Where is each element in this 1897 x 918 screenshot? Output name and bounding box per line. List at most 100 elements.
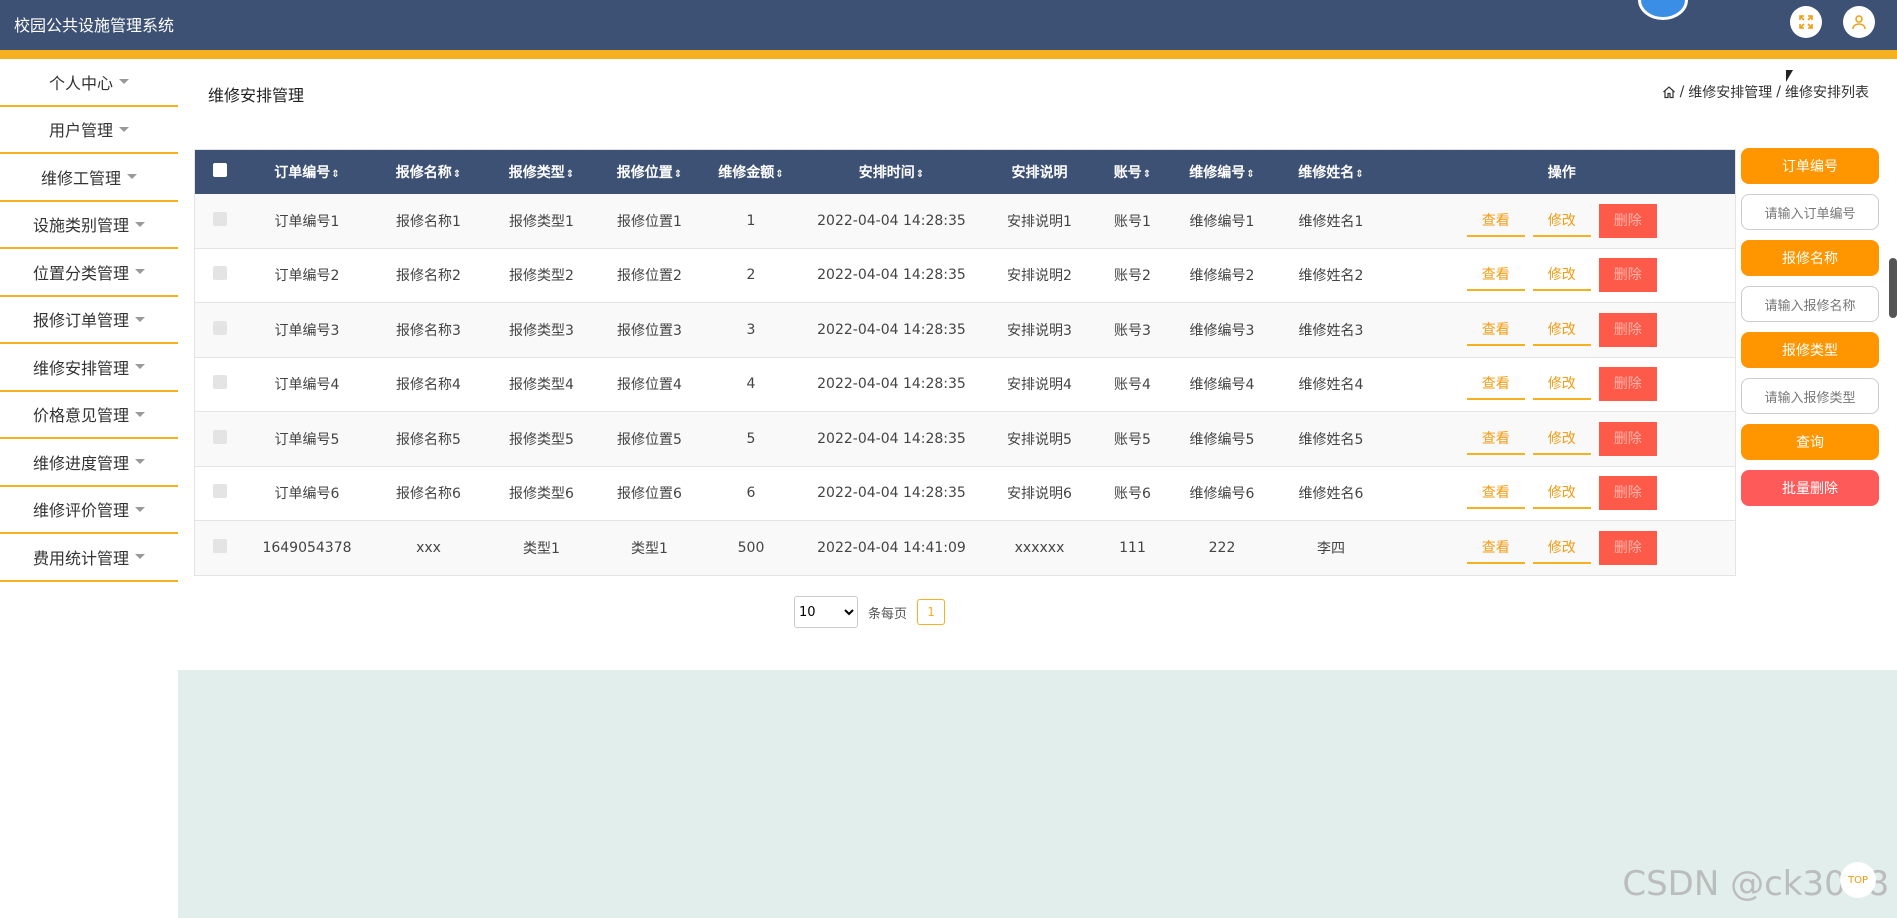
column-header-label: 操作	[1547, 164, 1576, 181]
breadcrumb-level1[interactable]: 维修安排管理	[1688, 82, 1772, 102]
column-header-actions: 操作	[1388, 149, 1736, 194]
delete-button[interactable]: 删除	[1598, 203, 1657, 238]
row-checkbox[interactable]	[212, 484, 227, 499]
sort-icon[interactable]: ⇕	[566, 169, 574, 180]
type-input[interactable]: 请输入报修类型	[1741, 378, 1879, 414]
edit-button[interactable]: 修改	[1532, 259, 1591, 292]
sidebar-item-users[interactable]: 用户管理	[0, 107, 178, 154]
row-checkbox[interactable]	[212, 429, 227, 444]
table-row: 订单编号5 报修名称5 报修类型5 报修位置5 5 2022-04-04 14:…	[194, 411, 1736, 467]
select-all-checkbox[interactable]	[212, 162, 227, 177]
delete-button[interactable]: 删除	[1598, 367, 1657, 402]
select-all-header	[194, 149, 245, 194]
edit-button[interactable]: 修改	[1532, 532, 1591, 564]
row-checkbox[interactable]	[212, 211, 227, 226]
view-button[interactable]: 查看	[1466, 477, 1525, 510]
row-checkbox[interactable]	[212, 375, 227, 390]
column-header-worker-no[interactable]: 维修编号⇕	[1170, 149, 1274, 194]
cell-actions: 查看 修改 删除	[1388, 520, 1736, 576]
sidebar-item-repair-arrangements[interactable]: 维修安排管理	[0, 344, 178, 392]
sort-icon[interactable]: ⇕	[775, 169, 783, 180]
row-checkbox[interactable]	[212, 538, 227, 553]
row-checkbox-cell	[194, 466, 245, 521]
view-button[interactable]: 查看	[1466, 314, 1525, 346]
delete-button[interactable]: 删除	[1598, 476, 1657, 511]
breadcrumb-separator: /	[1776, 84, 1781, 100]
row-checkbox[interactable]	[212, 266, 227, 281]
cell-worker-name: 维修姓名1	[1273, 193, 1389, 249]
cell-time: 2022-04-04 14:28:35	[798, 248, 985, 303]
breadcrumb-separator: /	[1679, 84, 1685, 100]
column-header-time[interactable]: 安排时间⇕	[798, 149, 985, 194]
avatar[interactable]	[1638, 0, 1688, 20]
table-header-row: 订单编号⇕ 报修名称⇕ 报修类型⇕ 报修位置⇕ 维修金额⇕ 安排时间⇕ 安排说明…	[194, 149, 1736, 194]
page-size-select[interactable]: 10	[794, 596, 858, 628]
home-icon[interactable]	[1662, 85, 1676, 99]
sort-icon[interactable]: ⇕	[1246, 169, 1254, 180]
sidebar-item-cost-statistics[interactable]: 费用统计管理	[0, 534, 178, 582]
mouse-cursor-icon	[1786, 70, 1793, 82]
sidebar-item-location-categories[interactable]: 位置分类管理	[0, 249, 178, 297]
sidebar-item-repair-orders[interactable]: 报修订单管理	[0, 297, 178, 344]
sidebar-item-label: 费用统计管理	[32, 548, 129, 568]
sort-icon[interactable]: ⇕	[674, 169, 682, 180]
view-button[interactable]: 查看	[1466, 532, 1525, 564]
cell-worker-no: 维修编号5	[1170, 411, 1274, 467]
batch-delete-button[interactable]: 批量删除	[1741, 470, 1879, 506]
cell-account: 111	[1094, 520, 1171, 576]
delete-button[interactable]: 删除	[1598, 312, 1657, 347]
column-header-order-no[interactable]: 订单编号⇕	[244, 149, 370, 194]
sidebar-item-price-opinions[interactable]: 价格意见管理	[0, 392, 178, 439]
row-checkbox[interactable]	[212, 320, 227, 335]
cell-worker-no: 维修编号2	[1170, 248, 1274, 303]
sidebar-item-profile[interactable]: 个人中心	[0, 59, 178, 107]
view-button[interactable]: 查看	[1466, 259, 1525, 292]
order-no-input[interactable]: 请输入订单编号	[1741, 194, 1879, 230]
column-header-name[interactable]: 报修名称⇕	[369, 149, 488, 194]
sort-icon[interactable]: ⇕	[1355, 169, 1363, 180]
column-header-account[interactable]: 账号⇕	[1094, 149, 1171, 194]
row-checkbox-cell	[194, 193, 245, 249]
sort-icon[interactable]: ⇕	[1143, 169, 1151, 180]
edit-button[interactable]: 修改	[1532, 423, 1591, 455]
edit-button[interactable]: 修改	[1532, 314, 1591, 346]
cell-order-no: 订单编号1	[244, 193, 370, 249]
column-header-type[interactable]: 报修类型⇕	[487, 149, 596, 194]
row-checkbox-cell	[194, 411, 245, 467]
column-header-amount[interactable]: 维修金额⇕	[703, 149, 799, 194]
back-to-top-button[interactable]: TOP	[1840, 862, 1876, 898]
cell-actions: 查看 修改 删除	[1388, 357, 1736, 412]
name-input[interactable]: 请输入报修名称	[1741, 286, 1879, 322]
edit-button[interactable]: 修改	[1532, 477, 1591, 510]
user-icon[interactable]	[1843, 6, 1875, 38]
sort-icon[interactable]: ⇕	[331, 169, 339, 180]
column-header-worker-name[interactable]: 维修姓名⇕	[1273, 149, 1389, 194]
delete-button[interactable]: 删除	[1598, 530, 1657, 565]
view-button[interactable]: 查看	[1466, 423, 1525, 455]
view-button[interactable]: 查看	[1466, 205, 1525, 237]
fullscreen-icon[interactable]	[1790, 6, 1822, 38]
query-button[interactable]: 查询	[1741, 424, 1879, 460]
cell-order-no: 订单编号4	[244, 357, 370, 412]
sidebar-item-workers[interactable]: 维修工管理	[0, 154, 178, 202]
cell-order-no: 订单编号5	[244, 411, 370, 467]
cell-order-no: 1649054378	[244, 520, 370, 576]
sidebar: 个人中心 用户管理 维修工管理 设施类别管理 位置分类管理 报修订单管理 维修安…	[0, 59, 178, 582]
sidebar-item-repair-reviews[interactable]: 维修评价管理	[0, 487, 178, 534]
row-checkbox-cell	[194, 520, 245, 576]
sidebar-item-facility-categories[interactable]: 设施类别管理	[0, 202, 178, 249]
scrollbar-thumb[interactable]	[1889, 258, 1897, 318]
view-button[interactable]: 查看	[1466, 368, 1525, 401]
delete-button[interactable]: 删除	[1598, 421, 1657, 456]
cell-time: 2022-04-04 14:28:35	[798, 302, 985, 358]
sidebar-item-repair-progress[interactable]: 维修进度管理	[0, 439, 178, 487]
chevron-down-icon	[135, 459, 145, 465]
edit-button[interactable]: 修改	[1532, 205, 1591, 237]
column-header-desc: 安排说明	[984, 149, 1095, 194]
sort-icon[interactable]: ⇕	[916, 169, 924, 180]
delete-button[interactable]: 删除	[1598, 258, 1657, 293]
edit-button[interactable]: 修改	[1532, 368, 1591, 401]
column-header-location[interactable]: 报修位置⇕	[595, 149, 704, 194]
sort-icon[interactable]: ⇕	[453, 169, 461, 180]
page-number-button[interactable]: 1	[917, 599, 946, 625]
